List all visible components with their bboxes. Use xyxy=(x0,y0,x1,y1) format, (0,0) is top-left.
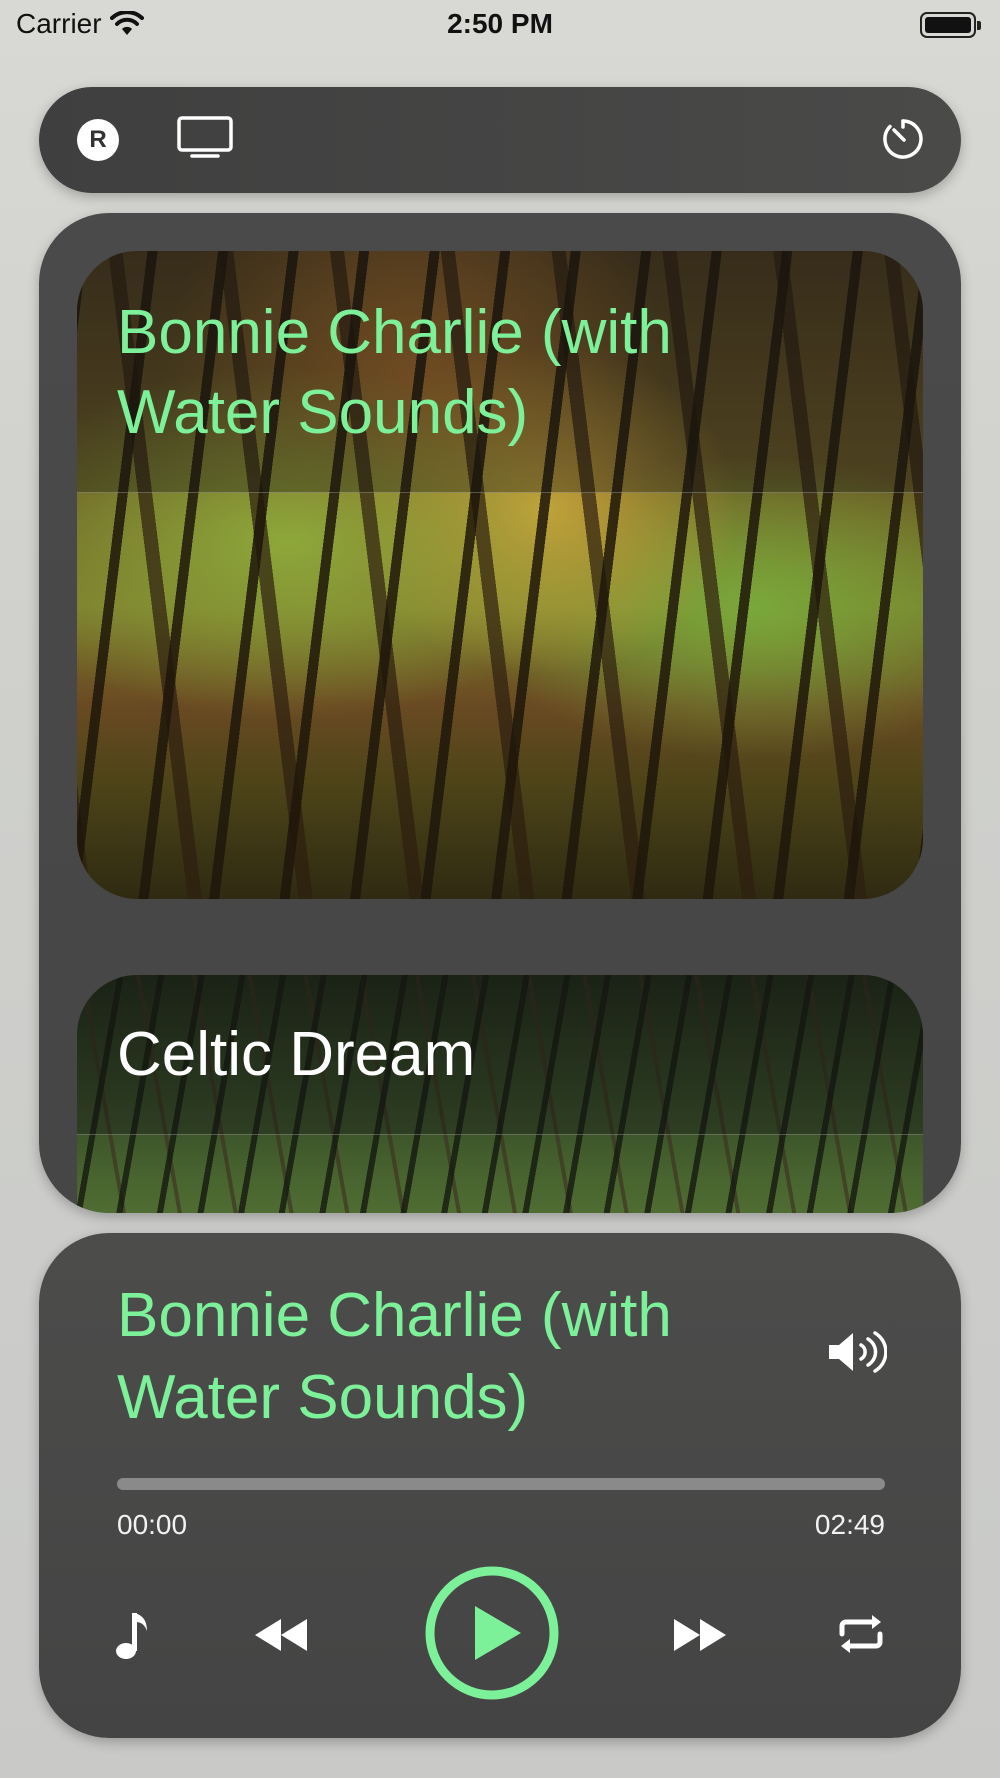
track-title: Bonnie Charlie (with Water Sounds) xyxy=(117,298,672,447)
track-library: Bonnie Charlie (with Water Sounds) Celti… xyxy=(39,213,961,1213)
track-card-bonnie-charlie[interactable]: Bonnie Charlie (with Water Sounds) xyxy=(77,251,923,899)
play-button[interactable] xyxy=(423,1564,561,1702)
timer-icon[interactable] xyxy=(881,117,925,161)
tv-icon[interactable] xyxy=(176,115,234,159)
player-panel: Bonnie Charlie (with Water Sounds) 00:00… xyxy=(39,1233,961,1738)
fast-forward-icon[interactable] xyxy=(670,1615,730,1655)
repeat-icon[interactable] xyxy=(836,1612,886,1656)
rewind-icon[interactable] xyxy=(251,1615,311,1655)
top-bar: R xyxy=(39,87,961,193)
elapsed-time: 00:00 xyxy=(117,1509,188,1540)
now-playing-title: Bonnie Charlie (with Water Sounds) xyxy=(117,1281,672,1432)
track-card-celtic-dream[interactable]: Celtic Dream xyxy=(77,975,923,1213)
volume-icon[interactable] xyxy=(825,1329,887,1375)
status-time: 2:50 PM xyxy=(447,8,553,39)
status-bar: Carrier 2:50 PM xyxy=(0,0,1000,50)
music-note-icon[interactable] xyxy=(113,1609,153,1661)
account-icon[interactable]: R xyxy=(77,119,119,161)
progress-bar[interactable] xyxy=(117,1478,885,1490)
track-title: Celtic Dream xyxy=(117,1020,476,1089)
battery-icon xyxy=(920,12,981,38)
total-duration: 02:49 xyxy=(814,1509,885,1540)
